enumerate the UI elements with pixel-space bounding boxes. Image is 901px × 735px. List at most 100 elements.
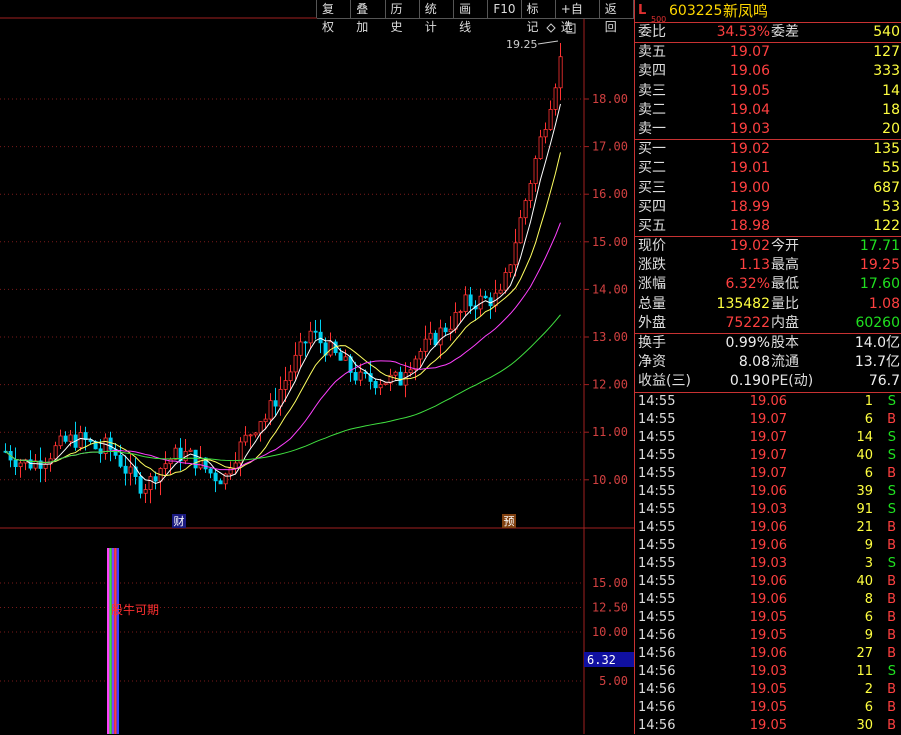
tick-list[interactable]: 14:55 19.06 1 S 14:55 19.07 6 B 14:55 19.07 14 S 14:… <box>635 393 901 735</box>
level-volume: 14 <box>882 82 900 99</box>
candle-body <box>253 432 258 436</box>
ask-row[interactable]: 卖四 19.06 333 <box>635 62 901 81</box>
candle-body <box>243 434 248 443</box>
tick-row[interactable]: 14:55 19.06 9 B <box>635 537 901 555</box>
quote-value: 60260 <box>855 314 900 331</box>
level-volume: 333 <box>873 63 900 80</box>
ask-row[interactable]: 卖一 19.03 20 <box>635 120 901 139</box>
ask-row[interactable]: 卖二 19.04 18 <box>635 101 901 120</box>
tick-row[interactable]: 14:55 19.06 8 B <box>635 591 901 609</box>
tick-time: 14:56 <box>638 645 676 661</box>
tick-row[interactable]: 14:55 19.03 91 S <box>635 501 901 519</box>
tick-row[interactable]: 14:56 19.05 9 B <box>635 627 901 645</box>
level-price: 18.98 <box>729 217 770 234</box>
ratio-value: 34.53% <box>716 24 770 40</box>
candle-body <box>498 289 503 294</box>
tick-side: S <box>887 555 896 571</box>
tick-volume: 3 <box>864 555 873 571</box>
candle-body <box>188 449 193 452</box>
bid-row[interactable]: 买四 18.99 53 <box>635 198 901 217</box>
tick-row[interactable]: 14:55 19.06 39 S <box>635 483 901 501</box>
level-price: 19.04 <box>729 101 770 118</box>
tick-volume: 8 <box>864 591 873 607</box>
tick-side: S <box>887 501 896 517</box>
quote-row: 总量 135482 量比 1.08 <box>635 295 901 314</box>
tick-price: 19.03 <box>749 663 787 679</box>
toolbar-back-button[interactable]: 返回 <box>599 0 635 34</box>
bid-row[interactable]: 买一 19.02 135 <box>635 140 901 159</box>
tick-row[interactable]: 14:55 19.06 40 B <box>635 573 901 591</box>
bid-row[interactable]: 买二 19.01 55 <box>635 159 901 178</box>
tick-time: 14:55 <box>638 573 676 589</box>
candle-body <box>508 264 513 273</box>
tick-row[interactable]: 14:56 19.05 30 B <box>635 717 901 735</box>
level-label: 卖一 <box>638 120 666 137</box>
level-price: 19.03 <box>729 120 770 137</box>
tick-row[interactable]: 14:56 19.06 27 B <box>635 645 901 663</box>
price-axis-label: 14.00 <box>592 282 628 296</box>
level-volume: 135 <box>873 141 900 158</box>
candle-body <box>353 372 358 381</box>
tick-time: 14:55 <box>638 393 676 409</box>
tick-time: 14:55 <box>638 501 676 517</box>
bid-row[interactable]: 买五 18.98 122 <box>635 217 901 236</box>
candle-body <box>448 328 453 333</box>
tick-volume: 11 <box>856 663 873 679</box>
tick-row[interactable]: 14:55 19.05 6 B <box>635 609 901 627</box>
candle-body <box>443 327 448 333</box>
bid-row[interactable]: 买三 19.00 687 <box>635 179 901 198</box>
tick-side: S <box>887 663 896 679</box>
level-volume: 122 <box>873 217 900 234</box>
tick-row[interactable]: 14:56 19.05 2 B <box>635 681 901 699</box>
candle-body <box>428 332 433 340</box>
toolbar-history-button[interactable]: 历史 <box>385 0 420 34</box>
candle-body <box>288 371 293 382</box>
price-axis-label: 10.00 <box>592 473 628 487</box>
tick-time: 14:56 <box>638 681 676 697</box>
ask-row[interactable]: 卖三 19.05 14 <box>635 82 901 101</box>
tick-row[interactable]: 14:55 19.07 14 S <box>635 429 901 447</box>
tick-row[interactable]: 14:55 19.07 6 B <box>635 411 901 429</box>
toolbar-add-watchlist-button[interactable]: +自选 <box>555 0 600 34</box>
tick-row[interactable]: 14:55 19.06 21 B <box>635 519 901 537</box>
tick-row[interactable]: 14:55 19.03 3 S <box>635 555 901 573</box>
quote-label: 现价 <box>638 238 666 255</box>
ma10-line <box>5 152 561 477</box>
tick-time: 14:55 <box>638 519 676 535</box>
stock-header[interactable]: L 500 603225 新凤鸣 <box>635 0 901 24</box>
tick-side: S <box>887 429 896 445</box>
tick-row[interactable]: 14:55 19.07 40 S <box>635 447 901 465</box>
candle-body <box>548 109 553 130</box>
tick-price: 19.05 <box>749 627 787 643</box>
diff-value: 540 <box>873 24 900 40</box>
tick-side: B <box>887 519 896 535</box>
tick-side: B <box>887 609 896 625</box>
price-axis-label: 16.00 <box>592 187 628 201</box>
tick-price: 19.07 <box>749 447 787 463</box>
tick-side: B <box>887 411 896 427</box>
tick-row[interactable]: 14:55 19.07 6 B <box>635 465 901 483</box>
toolbar-f10-button[interactable]: F10 <box>488 0 522 19</box>
tick-row[interactable]: 14:56 19.05 6 B <box>635 699 901 717</box>
quote-label: 量比 <box>771 295 799 312</box>
ask-row[interactable]: 卖五 19.07 127 <box>635 43 901 62</box>
candle-body <box>78 432 83 448</box>
candle-body <box>153 476 158 482</box>
level-label: 卖二 <box>638 101 666 118</box>
candle-body <box>418 351 423 360</box>
toolbar-mark-button[interactable]: 标记 <box>521 0 556 34</box>
candle-body <box>518 217 523 244</box>
kline-svg[interactable]: 18.00 17.00 16.00 15.00 14.00 13.00 12.00 11.00… <box>0 0 634 734</box>
kline-chart[interactable]: 18.00 17.00 16.00 15.00 14.00 13.00 12.00 11.00… <box>0 0 635 734</box>
toolbar-fuquan-button[interactable]: 复权 <box>317 0 352 34</box>
forecast-marker: 预 <box>504 515 515 528</box>
toolbar-draw-button[interactable]: 画线 <box>454 0 489 34</box>
tick-price: 19.03 <box>749 555 787 571</box>
level-label: 买五 <box>638 217 666 234</box>
tick-row[interactable]: 14:56 19.03 11 S <box>635 663 901 681</box>
toolbar-stats-button[interactable]: 统计 <box>419 0 455 34</box>
tick-row[interactable]: 14:55 19.06 1 S <box>635 393 901 411</box>
candle-body <box>383 382 388 385</box>
toolbar-overlay-button[interactable]: 叠加 <box>351 0 386 34</box>
quote-stats: 现价 19.02 今开 17.71 涨跌 1.13 最高 19.25 涨幅 6.32% 最低 17.6… <box>635 237 901 334</box>
